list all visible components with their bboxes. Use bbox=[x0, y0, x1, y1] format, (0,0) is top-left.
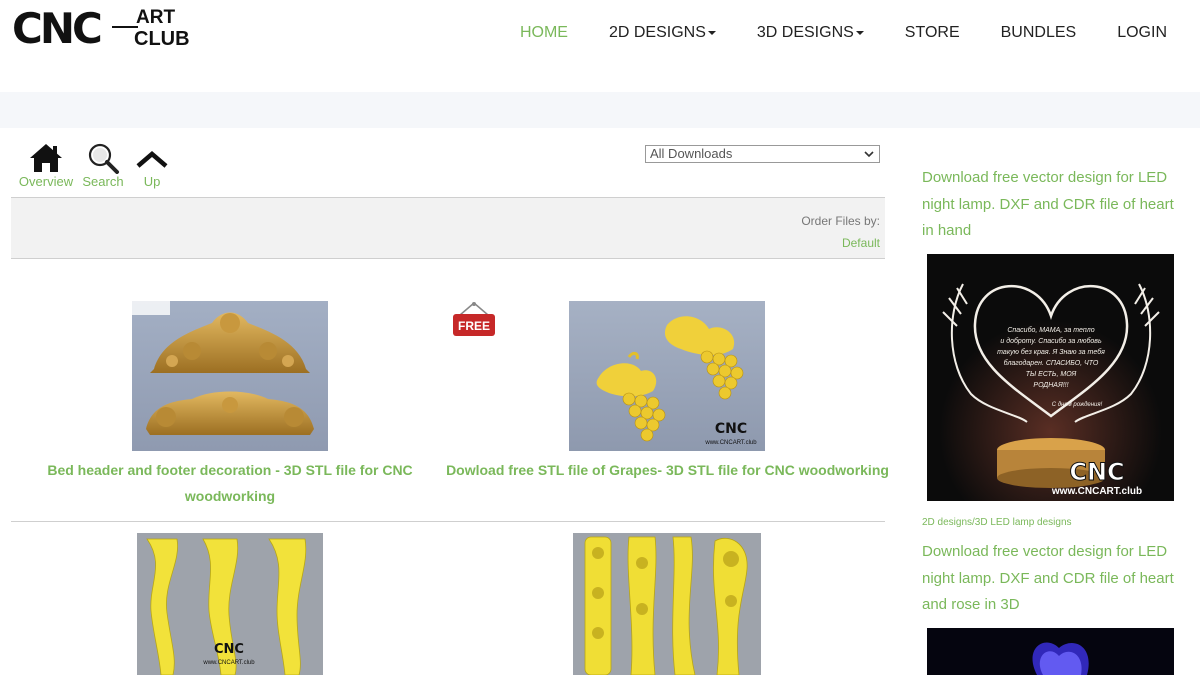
home-icon bbox=[30, 144, 62, 172]
sidebar-link-line: night lamp. DXF and CDR file of heart bbox=[922, 195, 1174, 213]
nav-login[interactable]: LOGIN bbox=[1117, 22, 1167, 46]
watermark-url: www.CNCART.club bbox=[202, 660, 255, 666]
logo-cnc-text: CNC bbox=[12, 4, 103, 53]
up-button[interactable]: Up bbox=[134, 142, 170, 189]
product-title-line: Bed header and footer decoration - 3D ST… bbox=[47, 462, 413, 478]
overview-label: Overview bbox=[18, 174, 74, 189]
nav-2d-designs[interactable]: 2D DESIGNS bbox=[609, 22, 716, 46]
nav-bundles[interactable]: BUNDLES bbox=[1001, 22, 1077, 46]
main-nav: HOME 2D DESIGNS 3D DESIGNS STORE BUNDLES… bbox=[520, 22, 1200, 46]
free-tag-icon: FREE bbox=[453, 302, 495, 336]
product-title-line: woodworking bbox=[184, 488, 276, 504]
lamp-sign: С днем рождения! bbox=[1052, 402, 1103, 408]
downloads-filter-select[interactable]: All Downloads bbox=[645, 145, 880, 163]
nav-bundles-label: BUNDLES bbox=[1000, 24, 1077, 41]
nav-home[interactable]: HOME bbox=[520, 22, 568, 46]
header-band bbox=[0, 92, 1200, 128]
nav-login-label: LOGIN bbox=[1117, 24, 1167, 41]
watermark-cnc: CNC bbox=[214, 642, 244, 657]
watermark-cnc: CNC bbox=[1069, 458, 1124, 486]
lamp-text-line: и доброту. Спасибо за любовь bbox=[1000, 337, 1102, 345]
sidebar-link-line: Download free vector design for LED bbox=[922, 543, 1168, 560]
caret-down-icon bbox=[707, 30, 716, 35]
row-divider bbox=[11, 521, 885, 522]
carved-columns-image bbox=[573, 533, 761, 675]
site-header: CNC ART CLUB HOME 2D DESIGNS 3D DESIGNS … bbox=[0, 0, 1200, 92]
logo-club-text: CLUB bbox=[134, 28, 190, 50]
product-thumbnail-bed-header[interactable] bbox=[132, 301, 328, 451]
sidebar-link-line: Download free vector design for LED bbox=[922, 169, 1168, 186]
chevron-down-icon bbox=[864, 151, 874, 158]
nav-3d-designs-label: 3D DESIGNS bbox=[756, 24, 854, 41]
product-title-grapes[interactable]: Dowload free STL file of Grapes- 3D STL … bbox=[440, 457, 895, 483]
product-thumbnail-table-legs[interactable]: CNC www.CNCART.club bbox=[137, 533, 323, 675]
order-files-default-link[interactable]: Default bbox=[842, 236, 880, 250]
lamp-text-line: ТЫ ЕСТЬ, МОЯ bbox=[1026, 371, 1077, 378]
sidebar-link-heart-in-hand[interactable]: Download free vector design for LED nigh… bbox=[922, 165, 1182, 245]
watermark-url: www.CNCART.club bbox=[1051, 486, 1142, 497]
watermark-url: www.CNCART.club bbox=[704, 440, 757, 446]
search-label: Search bbox=[82, 174, 124, 189]
chevron-up-icon bbox=[136, 151, 168, 168]
overview-button[interactable]: Overview bbox=[16, 142, 76, 189]
search-button[interactable]: Search bbox=[80, 142, 126, 189]
lamp-text-line: Спасибо, МАМА, за тепло bbox=[1007, 326, 1094, 334]
nav-2d-designs-label: 2D DESIGNS bbox=[608, 24, 706, 41]
up-label: Up bbox=[143, 174, 161, 189]
nav-store-label: STORE bbox=[904, 24, 960, 41]
heart-lamp-image: Спасибо, МАМА, за тепло и доброту. Спаси… bbox=[927, 254, 1174, 501]
sidebar-link-line: and rose in 3D bbox=[922, 596, 1020, 613]
sidebar-category-link[interactable]: 2D designs/3D LED lamp designs bbox=[922, 517, 1072, 528]
watermark-cnc: CNC bbox=[715, 421, 747, 437]
table-legs-image: CNC www.CNCART.club bbox=[137, 533, 323, 675]
nav-store[interactable]: STORE bbox=[905, 22, 960, 46]
free-badge: FREE bbox=[452, 301, 496, 339]
order-files-label: Order Files by: bbox=[801, 214, 880, 228]
sidebar-image-heart-lamp[interactable]: Спасибо, МАМА, за тепло и доброту. Спаси… bbox=[927, 254, 1174, 501]
lamp-text-line: РОДНАЯ!!! bbox=[1033, 382, 1068, 389]
product-thumbnail-carved-columns[interactable] bbox=[573, 533, 761, 675]
logo-art-text: ART bbox=[136, 7, 176, 28]
nav-home-label: HOME bbox=[519, 24, 568, 41]
lamp-text-line: такую без края. Я Знаю за тебя bbox=[997, 348, 1105, 356]
search-icon bbox=[88, 143, 119, 174]
product-thumbnail-grapes[interactable]: CNC www.CNCART.club bbox=[569, 301, 765, 451]
heart-rose-image bbox=[927, 628, 1174, 675]
product-title-bed-header[interactable]: Bed header and footer decoration - 3D ST… bbox=[40, 457, 420, 509]
sidebar-link-heart-and-rose[interactable]: Download free vector design for LED nigh… bbox=[922, 539, 1182, 619]
sidebar-link-line: in hand bbox=[922, 222, 972, 239]
lamp-text-line: благодарен. СПАСИБО, ЧТО bbox=[1004, 359, 1099, 367]
order-files-bar: Order Files by: Default bbox=[11, 197, 885, 259]
sidebar-link-line: night lamp. DXF and CDR file of heart bbox=[922, 569, 1174, 587]
grapes-image: CNC www.CNCART.club bbox=[569, 301, 765, 451]
nav-3d-designs[interactable]: 3D DESIGNS bbox=[757, 22, 864, 46]
downloads-filter-value: All Downloads bbox=[650, 146, 733, 161]
bed-header-image bbox=[132, 301, 328, 451]
free-badge-text: FREE bbox=[458, 319, 490, 333]
download-toolbar: Overview Search Up bbox=[12, 142, 182, 194]
caret-down-icon bbox=[855, 30, 864, 35]
site-logo[interactable]: CNC ART CLUB bbox=[12, 4, 190, 53]
sidebar-image-heart-rose[interactable] bbox=[927, 628, 1174, 675]
product-title-line: Dowload free STL file of Grapes- 3D STL … bbox=[446, 462, 889, 478]
